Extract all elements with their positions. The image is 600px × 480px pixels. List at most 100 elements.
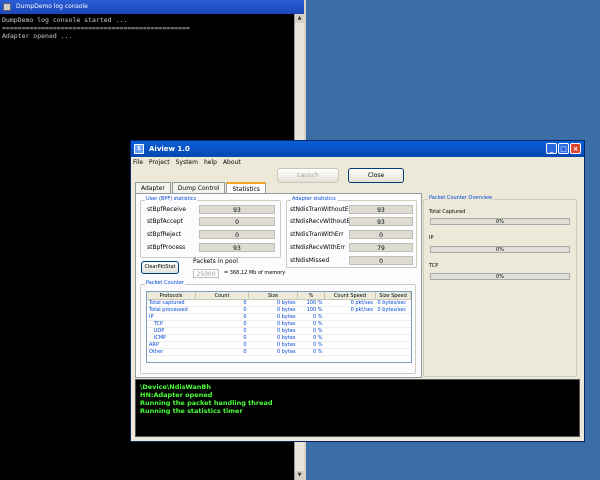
log-line: Running the statistics timer [140,407,243,415]
cell: 0 [195,341,249,349]
overview-label: TCP [429,263,439,269]
minimize-icon[interactable]: _ [546,143,557,154]
table-header-row: Protocols Count Size % Count Speed Size … [147,292,411,300]
col-percent[interactable]: % [297,292,325,300]
console-titlebar[interactable]: DumpDemo log console [0,0,304,14]
table-row[interactable]: TCP 0 0 bytes 0 % [147,320,411,328]
cell: 0 bytes/sec [375,299,411,307]
stat-value: 93 [349,205,413,214]
menu-about[interactable]: About [223,157,241,168]
console-line: ========================================… [2,24,190,32]
launch-button[interactable]: Launch [277,168,339,183]
cell: 0 bytes/sec [375,306,411,314]
col-size-speed[interactable]: Size Speed [375,292,411,300]
pool-input[interactable]: 25000 [193,269,219,278]
user-stats-title: User (BPF) statistics [145,196,198,202]
maximize-icon[interactable]: □ [558,143,569,154]
scroll-up-icon[interactable]: ▲ [295,14,304,23]
statistics-panel: User (BPF) statistics stBpfReceive 93 st… [135,193,422,378]
cell: 0 % [297,341,325,349]
menu-system[interactable]: System [176,157,198,168]
cell [375,341,411,349]
stat-label: stBpfProcess [147,244,186,251]
cell: ICMP [147,334,196,342]
cell: 0 bytes [248,348,298,356]
cell: 0 % [297,320,325,328]
col-protocols[interactable]: Protocols [147,292,196,300]
aiview-window: S Aiview 1.0 _ □ × File Project System h… [130,140,585,442]
pool-memory-note: = 368,12 Mb of memory [224,270,286,276]
stat-value: 79 [349,243,413,252]
close-icon[interactable]: × [570,143,581,154]
stat-label: stBpfReject [147,231,182,238]
cell: Other [147,348,196,356]
cell: 0 bytes [248,341,298,349]
stat-value: 0 [349,256,413,265]
stat-label: stBpfAccept [147,218,183,225]
cell [324,341,376,349]
menu-help[interactable]: help [204,157,217,168]
overview-label: Total Captured [429,209,466,215]
packet-counter-title: Packet Counter [145,280,185,286]
stat-label: stNdisRecvWithErr [290,244,346,251]
cell: 0 [195,320,249,328]
cell: 0 bytes [248,313,298,321]
log-line: Running the packet handling thread [140,399,273,407]
col-count[interactable]: Count [195,292,249,300]
cell [375,348,411,356]
cell [324,334,376,342]
log-line: HN:Adapter opened [140,391,213,399]
table-row[interactable]: ICMP 0 0 bytes 0 % [147,334,411,342]
cell: 0 [195,299,249,307]
stat-label: stBpfReceive [147,206,187,213]
stat-label: stNdisRecvWithoutErr [290,218,356,225]
stat-value: 93 [349,217,413,226]
table-row[interactable]: Total captured 0 0 bytes 100 % 0 pkt/sec 0 by… [147,299,411,307]
stat-value: 0 [199,217,275,226]
cell: 0 bytes [248,327,298,335]
close-button[interactable]: Close [348,168,404,183]
table-row[interactable]: Other 0 0 bytes 0 % [147,348,411,356]
cell [324,348,376,356]
app-icon: S [134,144,144,154]
table-row[interactable]: ARP 0 0 bytes 0 % [147,341,411,349]
overview-group: Packet Counter Overview Total Captured 0… [423,195,577,377]
cell: 0 [195,306,249,314]
stat-value: 93 [199,243,275,252]
tcp-progress: 0% [430,273,570,280]
console-line: Adapter opened ... [2,32,73,40]
table-row[interactable]: Total processed 0 0 bytes 100 % 0 pkt/sec 0 b… [147,306,411,314]
cell: 0 bytes [248,306,298,314]
pool-label: Packets in pool [193,258,238,265]
cell [375,327,411,335]
cell [375,313,411,321]
table-row[interactable]: UDP 0 0 bytes 0 % [147,327,411,335]
cell: 100 % [297,299,325,307]
col-count-speed[interactable]: Count Speed [324,292,376,300]
console-line: DumpDemo log console started ... [2,16,128,24]
overview-panel: Packet Counter Overview Total Captured 0… [423,193,580,378]
cell: Total processed [147,306,196,314]
packet-counter-table[interactable]: Protocols Count Size % Count Speed Size … [146,291,412,363]
cell [324,320,376,328]
menu-project[interactable]: Project [149,157,170,168]
total-captured-progress: 0% [430,218,570,225]
app-titlebar[interactable]: S Aiview 1.0 _ □ × [131,141,584,157]
console-title: DumpDemo log console [16,3,88,10]
app-title: Aiview 1.0 [149,145,190,153]
stat-value: 0 [349,230,413,239]
cell: 0 % [297,327,325,335]
clear-pkt-stat-button[interactable]: ClearPktStat [141,261,179,274]
stat-value: 93 [199,205,275,214]
cell [375,320,411,328]
table-row[interactable]: IP 0 0 bytes 0 % [147,313,411,321]
cell: 0 [195,327,249,335]
console-output: DumpDemo log console started ... ========… [0,14,304,40]
ip-progress: 0% [430,246,570,253]
scroll-down-icon[interactable]: ▼ [295,471,304,480]
cell: 0 [195,348,249,356]
col-size[interactable]: Size [248,292,298,300]
overview-title: Packet Counter Overview [428,195,494,201]
menu-file[interactable]: File [133,157,143,168]
menu-bar: File Project System help About [131,157,584,168]
